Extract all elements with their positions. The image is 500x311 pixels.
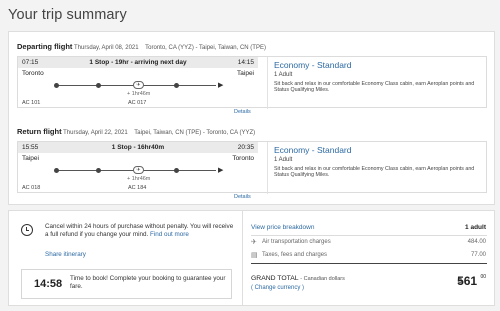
pax-header: 1 adult xyxy=(465,224,486,231)
air-charges-label: Air transportation charges xyxy=(262,239,331,245)
return-stop-dot-2 xyxy=(174,168,179,173)
booking-timer-box: 14:58 Time to book! Complete your bookin… xyxy=(21,269,232,299)
departing-cabin-pax: 1 Adult xyxy=(274,72,293,78)
departing-cabin-name: Economy - Standard xyxy=(274,60,352,70)
departing-layover: + 1hr46m xyxy=(127,91,151,97)
departing-flight-card: 07:15 1 Stop - 19hr - arriving next day … xyxy=(17,56,488,109)
cancel-policy-text: Cancel within 24 hours of purchase witho… xyxy=(45,223,234,238)
taxes-label: Taxes, fees and charges xyxy=(262,252,328,258)
departing-origin-dot xyxy=(54,83,59,88)
departing-flight-number-1: AC 101 xyxy=(22,100,41,106)
booking-timer-text: Time to book! Complete your booking to g… xyxy=(70,275,226,290)
change-currency-link[interactable]: ( Change currency ) xyxy=(251,285,304,291)
plane-icon: ✈ xyxy=(133,81,144,89)
air-charges-value: 484.00 xyxy=(467,239,486,245)
return-route: Taipei, Taiwan, CN (TPE) - Toronto, CA (… xyxy=(134,130,256,136)
departing-stop-dot-2 xyxy=(174,83,179,88)
return-origin-dot xyxy=(54,168,59,173)
booking-info-panel: Cancel within 24 hours of purchase witho… xyxy=(8,210,243,306)
clock-icon xyxy=(21,224,33,236)
return-cabin: Economy - Standard 1 Adult Sit back and … xyxy=(267,142,488,194)
return-flight-header: Return flight Thursday, April 22, 2021 T… xyxy=(17,127,255,136)
departing-from-city: Toronto xyxy=(22,70,44,77)
departing-cabin-desc: Sit back and relax in our comfortable Ec… xyxy=(274,81,475,94)
return-flight-card: 15:55 1 Stop - 16hr40m 20:35 Taipei Toro… xyxy=(17,141,488,194)
departing-route: Toronto, CA (YYZ) - Taipei, Taiwan, CN (… xyxy=(145,45,266,51)
total-divider xyxy=(251,263,487,264)
departing-date: Thursday, April 08, 2021 xyxy=(73,45,139,51)
return-from-city: Taipei xyxy=(22,155,39,162)
view-price-breakdown-link[interactable]: View price breakdown xyxy=(251,224,314,231)
cancel-policy: Cancel within 24 hours of purchase witho… xyxy=(45,223,238,239)
departing-cabin: Economy - Standard 1 Adult Sit back and … xyxy=(267,57,488,109)
departing-flight-label: Departing flight xyxy=(17,42,73,51)
departing-flight-header: Departing flight Thursday, April 08, 202… xyxy=(17,42,266,51)
return-cabin-desc: Sit back and relax in our comfortable Ec… xyxy=(274,166,475,179)
grand-total-text: GRAND TOTAL xyxy=(251,275,299,282)
arrow-right-icon: ▶ xyxy=(218,167,224,174)
departing-segment: 07:15 1 Stop - 19hr - arriving next day … xyxy=(18,57,258,109)
price-summary-panel: View price breakdown 1 adult ✈ Air trans… xyxy=(243,210,495,306)
return-flight-number-2: AC 184 xyxy=(128,185,147,191)
return-cabin-name: Economy - Standard xyxy=(274,145,352,155)
return-duration: 1 Stop - 16hr40m xyxy=(111,144,165,151)
return-segment: 15:55 1 Stop - 16hr40m 20:35 Taipei Toro… xyxy=(18,142,258,194)
grand-total-label: GRAND TOTAL - Canadian dollars xyxy=(251,275,345,282)
grand-total-value: 561 xyxy=(457,274,478,288)
return-arr-time: 20:35 xyxy=(237,144,254,151)
page-title: Your trip summary xyxy=(8,7,127,23)
departing-to-city: Taipei xyxy=(237,70,254,77)
return-flight-label: Return flight xyxy=(17,127,62,136)
grand-total-currency-note: - Canadian dollars xyxy=(300,276,345,282)
plane-icon: ✈ xyxy=(251,239,257,246)
departing-arr-time: 14:15 xyxy=(237,59,254,66)
return-layover: + 1hr46m xyxy=(127,176,151,182)
booking-timer: 14:58 xyxy=(34,278,63,290)
return-date: Thursday, April 22, 2021 xyxy=(63,130,128,136)
receipt-icon: ▤ xyxy=(251,252,258,259)
return-stop-dot-1 xyxy=(96,168,101,173)
departing-details-link[interactable]: Details xyxy=(234,109,251,115)
return-to-city: Toronto xyxy=(232,155,254,162)
return-flight-number-1: AC 018 xyxy=(22,185,41,191)
grand-total-cents: 00 xyxy=(480,274,486,280)
taxes-value: 77.00 xyxy=(470,252,486,258)
grand-total-amount: 561 00 xyxy=(457,274,486,288)
divider xyxy=(251,235,487,236)
departing-stop-dot-1 xyxy=(96,83,101,88)
departing-duration: 1 Stop - 19hr - arriving next day xyxy=(89,59,187,66)
arrow-right-icon: ▶ xyxy=(218,82,224,89)
share-itinerary-link[interactable]: Share itinerary xyxy=(45,251,86,258)
return-details-link[interactable]: Details xyxy=(234,194,251,200)
return-cabin-pax: 1 Adult xyxy=(274,157,293,163)
departing-flight-number-2: AC 017 xyxy=(128,100,147,106)
find-out-more-link[interactable]: Find out more xyxy=(150,231,189,238)
flights-panel: Departing flight Thursday, April 08, 202… xyxy=(8,31,495,205)
plane-icon: ✈ xyxy=(133,166,144,174)
